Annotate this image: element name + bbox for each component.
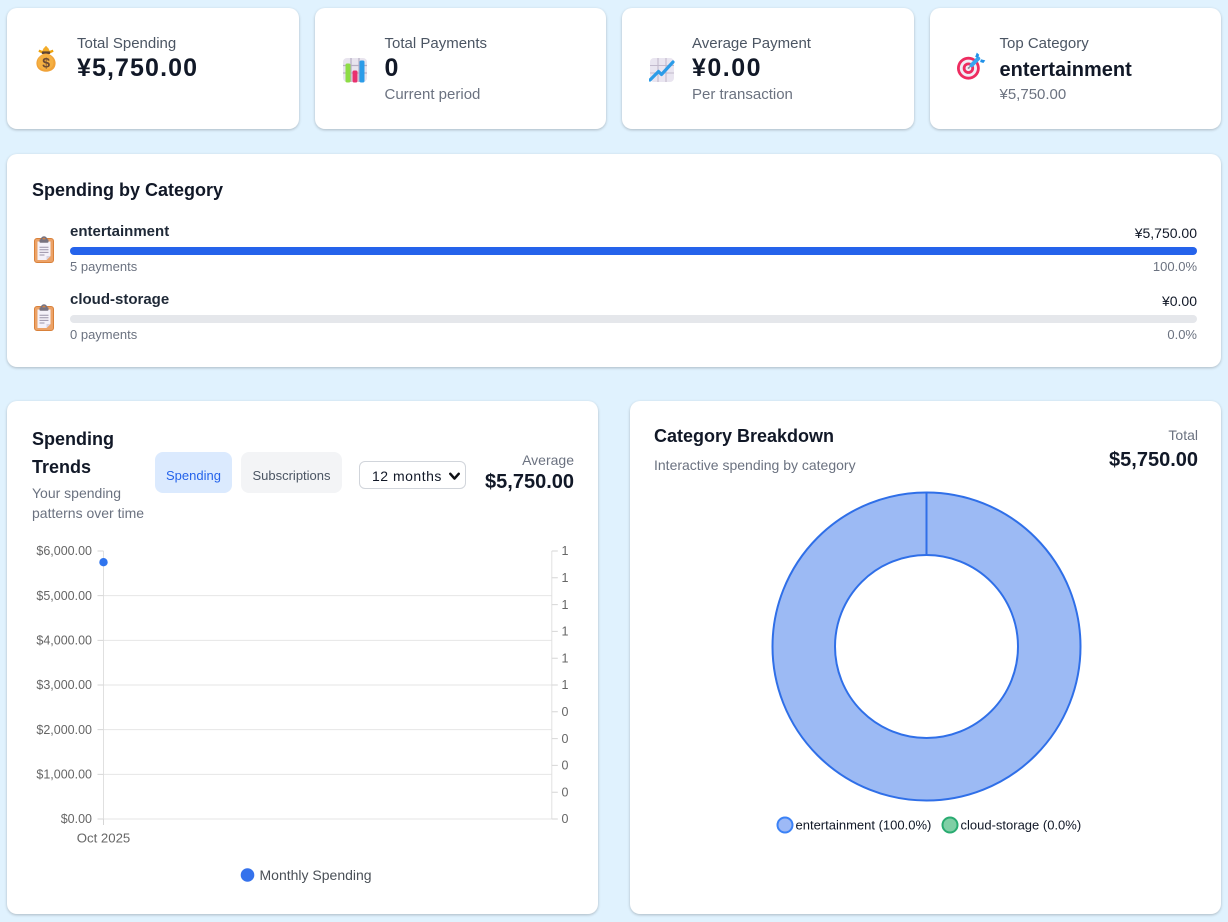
svg-text:1: 1 [562,625,569,639]
svg-text:1: 1 [562,651,569,665]
svg-text:0: 0 [562,759,569,773]
svg-text:$3,000.00: $3,000.00 [36,678,92,692]
svg-text:0: 0 [562,732,569,746]
svg-text:$5,000.00: $5,000.00 [36,589,92,603]
svg-text:0: 0 [562,812,569,826]
svg-text:$4,000.00: $4,000.00 [36,634,92,648]
svg-text:1: 1 [562,598,569,612]
svg-text:entertainment (100.0%): entertainment (100.0%) [796,818,932,833]
svg-text:$0.00: $0.00 [61,812,92,826]
svg-text:0: 0 [562,785,569,799]
svg-text:$2,000.00: $2,000.00 [36,723,92,737]
svg-text:1: 1 [562,544,569,558]
svg-text:1: 1 [562,678,569,692]
svg-text:$: $ [42,54,50,70]
svg-text:1: 1 [562,571,569,585]
svg-text:$6,000.00: $6,000.00 [36,544,92,558]
svg-text:Monthly Spending: Monthly Spending [260,867,372,883]
svg-text:0: 0 [562,705,569,719]
svg-text:$1,000.00: $1,000.00 [36,768,92,782]
svg-text:Oct 2025: Oct 2025 [77,831,131,846]
svg-text:cloud-storage (0.0%): cloud-storage (0.0%) [961,818,1082,833]
